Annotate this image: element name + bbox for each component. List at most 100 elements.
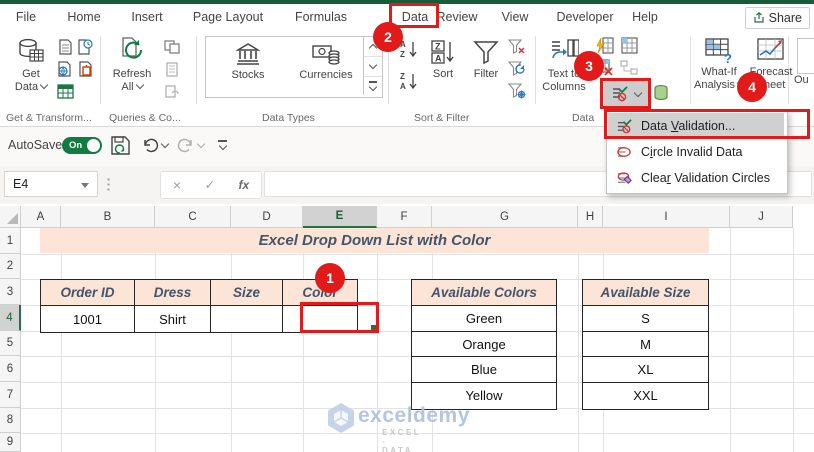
- gallery-scroll-down[interactable]: [364, 57, 382, 77]
- name-box-dropdown-icon[interactable]: [81, 183, 89, 188]
- reapply-icon[interactable]: [508, 60, 526, 78]
- tab-file[interactable]: File: [8, 4, 44, 30]
- refresh-all-button[interactable]: Refresh All: [106, 36, 158, 94]
- column-header-b[interactable]: B: [61, 206, 155, 228]
- tab-formulas[interactable]: Formulas: [287, 4, 355, 30]
- list-item[interactable]: Orange: [412, 331, 556, 358]
- tab-insert[interactable]: Insert: [127, 4, 167, 30]
- stocks-button[interactable]: Stocks: [218, 41, 278, 82]
- fx-icon[interactable]: fx: [238, 178, 249, 192]
- column-header-h[interactable]: H: [578, 206, 603, 228]
- data-model-icon[interactable]: [652, 83, 670, 101]
- name-box[interactable]: E4: [4, 171, 98, 197]
- sheet-title-cell[interactable]: Excel Drop Down List with Color: [40, 228, 709, 253]
- column-header-f[interactable]: F: [377, 206, 432, 228]
- clear-filter-icon[interactable]: [508, 38, 526, 56]
- properties-icon[interactable]: [163, 60, 181, 78]
- filter-button[interactable]: Filter: [466, 38, 506, 81]
- row-header-3[interactable]: 3: [0, 279, 21, 305]
- column-header-g[interactable]: G: [432, 206, 578, 228]
- group-label-get-transform: Get & Transform...: [6, 112, 92, 124]
- list-item[interactable]: XL: [583, 357, 708, 384]
- sheet-colors_table-header[interactable]: Available Colors: [412, 280, 556, 306]
- select-all-corner[interactable]: [0, 206, 21, 228]
- exceldemy-logo-icon: [326, 402, 356, 434]
- cancel-icon[interactable]: ×: [173, 177, 181, 193]
- enter-icon[interactable]: ✓: [205, 178, 215, 192]
- autosave-toggle[interactable]: On: [62, 137, 102, 154]
- svg-text:A: A: [435, 54, 442, 64]
- column-header-j[interactable]: J: [730, 206, 793, 228]
- sheet-size_table-header[interactable]: Available Size: [583, 280, 708, 306]
- group-label-sort-filter: Sort & Filter: [414, 112, 470, 124]
- menu-item-clear-validation-circles[interactable]: Clear Validation Circles: [608, 165, 784, 191]
- svg-text:?: ?: [724, 51, 732, 64]
- undo-icon: [141, 136, 159, 154]
- row-header-6[interactable]: 6: [0, 356, 21, 382]
- column-header-d[interactable]: D: [231, 206, 303, 228]
- corner-triangle-icon: [7, 213, 18, 224]
- tab-developer[interactable]: Developer: [549, 4, 621, 30]
- order-table-cell[interactable]: Shirt: [135, 306, 211, 332]
- currencies-icon: [311, 41, 341, 67]
- list-item[interactable]: XXL: [583, 383, 708, 409]
- flash-fill-icon[interactable]: [596, 36, 614, 54]
- formula-bar-drag-handle[interactable]: [107, 177, 110, 192]
- sort-icon: ZA: [429, 38, 457, 66]
- menu-item-circle-invalid-data[interactable]: Circle Invalid Data: [608, 139, 784, 165]
- tab-help[interactable]: Help: [625, 4, 665, 30]
- list-item[interactable]: Green: [412, 306, 556, 332]
- from-web-icon[interactable]: [56, 60, 74, 78]
- row-header-4[interactable]: 4: [0, 305, 21, 331]
- existing-connections-icon[interactable]: [76, 60, 94, 78]
- tab-view[interactable]: View: [494, 4, 536, 30]
- order-table-header[interactable]: Order ID: [41, 280, 135, 306]
- from-text-icon[interactable]: [56, 38, 74, 56]
- list-item[interactable]: M: [583, 331, 708, 358]
- save-icon[interactable]: [110, 135, 131, 156]
- tab-review[interactable]: Review: [434, 4, 480, 30]
- edit-links-icon[interactable]: [163, 82, 181, 100]
- row-header-7[interactable]: 7: [0, 382, 21, 408]
- step-circle-3: 3: [574, 51, 604, 81]
- text-to-columns-label2: Columns: [542, 81, 586, 93]
- customize-qat-icon[interactable]: [218, 140, 227, 150]
- recent-sources-icon[interactable]: [76, 38, 94, 56]
- column-header-c[interactable]: C: [155, 206, 231, 228]
- relationships-icon[interactable]: [620, 58, 638, 76]
- group-label-data-tools: Data: [572, 112, 595, 124]
- from-table-icon[interactable]: [56, 82, 74, 100]
- sort-za-icon[interactable]: ZA: [398, 72, 420, 91]
- advanced-filter-icon[interactable]: [508, 82, 526, 100]
- tab-page-layout[interactable]: Page Layout: [189, 4, 267, 30]
- queries-connections-icon[interactable]: [163, 38, 181, 56]
- row-header-2[interactable]: 2: [0, 254, 21, 279]
- gallery-more-button[interactable]: [364, 77, 382, 96]
- row-header-9[interactable]: 9: [0, 433, 21, 452]
- column-header-a[interactable]: A: [21, 206, 61, 228]
- annotation-box-validation-button: [600, 78, 651, 109]
- redo-button[interactable]: [177, 136, 206, 154]
- row-header-8[interactable]: 8: [0, 408, 21, 433]
- currencies-button[interactable]: Currencies: [290, 41, 362, 82]
- order-table-cell[interactable]: [211, 306, 283, 332]
- order-table-cell[interactable]: 1001: [41, 306, 135, 332]
- group-label-data-types: Data Types: [262, 112, 315, 124]
- list-item[interactable]: S: [583, 306, 708, 332]
- get-data-button[interactable]: Get Data: [8, 36, 54, 94]
- row-header-1[interactable]: 1: [0, 228, 21, 254]
- consolidate-icon[interactable]: [620, 36, 638, 54]
- sort-button[interactable]: ZA Sort: [424, 38, 462, 81]
- tab-home[interactable]: Home: [64, 4, 104, 30]
- list-item[interactable]: Blue: [412, 357, 556, 384]
- undo-button[interactable]: [141, 136, 170, 154]
- order-table-header[interactable]: Size: [211, 280, 283, 306]
- chevron-down-icon: [39, 80, 49, 90]
- svg-text:Z: Z: [400, 50, 405, 59]
- column-header-i[interactable]: I: [603, 206, 730, 228]
- column-header-e[interactable]: E: [303, 206, 377, 228]
- row-header-5[interactable]: 5: [0, 331, 21, 356]
- share-button[interactable]: Share: [744, 7, 810, 29]
- share-icon: [753, 12, 765, 24]
- order-table-header[interactable]: Dress: [135, 280, 211, 306]
